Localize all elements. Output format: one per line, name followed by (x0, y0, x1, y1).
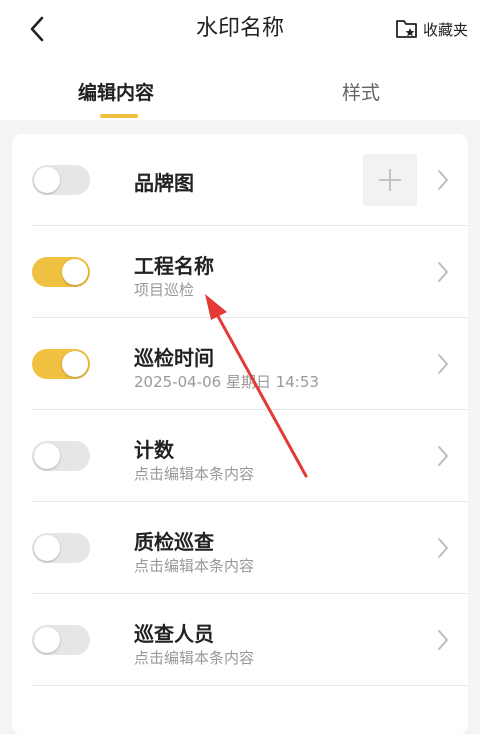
top-bar: 水印名称 收藏夹 编辑内容 样式 (0, 0, 480, 120)
item-title: 工程名称 (134, 254, 214, 278)
toggle-knob (34, 167, 60, 193)
add-brand-image-button[interactable] (363, 154, 417, 206)
item-title: 巡检时间 (134, 346, 214, 370)
list-item-inspection-time[interactable]: 巡检时间 2025-04-06 星期日 14:53 (12, 318, 468, 410)
chevron-right-icon[interactable] (436, 445, 450, 467)
item-subtitle: 点击编辑本条内容 (134, 557, 255, 575)
list-item-quality-inspection[interactable]: 质检巡查 点击编辑本条内容 (12, 502, 468, 594)
toggle-brand-image[interactable] (32, 165, 90, 195)
favorites-button[interactable]: 收藏夹 (395, 14, 468, 44)
item-subtitle: 2025-04-06 星期日 14:53 (134, 373, 319, 391)
item-title: 质检巡查 (134, 530, 214, 554)
toggle-knob (62, 351, 88, 377)
watermark-items-card: 品牌图 工程名称 项目巡检 巡检时间 2025-04-06 星期日 14:53 (12, 134, 468, 734)
list-item-project-name[interactable]: 工程名称 项目巡检 (12, 226, 468, 318)
favorites-label: 收藏夹 (422, 20, 468, 39)
chevron-right-icon[interactable] (436, 629, 450, 651)
toggle-count[interactable] (32, 441, 90, 471)
tab-style[interactable]: 样式 (342, 78, 380, 105)
list-item-inspector[interactable]: 巡查人员 点击编辑本条内容 (12, 594, 468, 686)
item-subtitle: 点击编辑本条内容 (134, 465, 255, 483)
active-tab-indicator (100, 114, 138, 118)
chevron-right-icon[interactable] (436, 353, 450, 375)
toggle-knob (62, 259, 88, 285)
chevron-right-icon[interactable] (436, 537, 450, 559)
toggle-knob (34, 443, 60, 469)
toggle-knob (34, 627, 60, 653)
folder-star-icon (396, 20, 417, 38)
list-item-brand-image[interactable]: 品牌图 (12, 134, 468, 226)
toggle-knob (34, 535, 60, 561)
plus-icon (379, 169, 401, 191)
chevron-right-icon[interactable] (436, 261, 450, 283)
item-subtitle: 项目巡检 (134, 281, 195, 299)
toggle-project-name[interactable] (32, 257, 90, 287)
toggle-quality-inspection[interactable] (32, 533, 90, 563)
item-title: 品牌图 (134, 171, 194, 195)
item-title: 计数 (134, 438, 174, 462)
item-subtitle: 点击编辑本条内容 (134, 649, 255, 667)
tab-edit-content[interactable]: 编辑内容 (78, 78, 154, 105)
toggle-inspector[interactable] (32, 625, 90, 655)
chevron-right-icon[interactable] (436, 169, 450, 191)
divider (32, 685, 468, 686)
tab-bar: 编辑内容 样式 (0, 72, 480, 120)
item-title: 巡查人员 (134, 622, 214, 646)
toggle-inspection-time[interactable] (32, 349, 90, 379)
list-item-count[interactable]: 计数 点击编辑本条内容 (12, 410, 468, 502)
